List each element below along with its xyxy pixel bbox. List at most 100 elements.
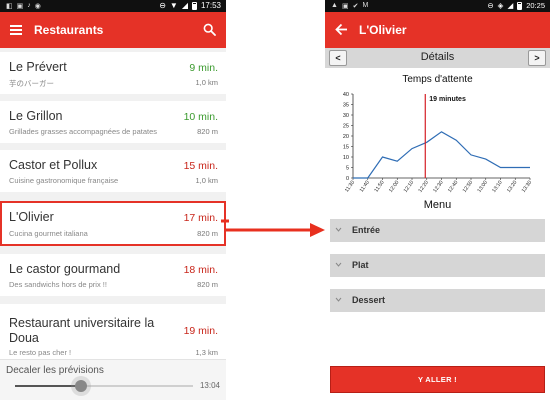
y-tick-label: 15 [343,145,349,151]
distance: 1,3 km [195,348,218,357]
distance: 1,0 km [195,176,218,185]
x-tick-label: 11:50 [373,180,385,194]
next-button[interactable]: > [528,50,546,66]
wifi-icon: ◈ [497,1,504,10]
app-title: L'Olivier [359,23,407,37]
signal-icon: ⊖ [159,1,166,10]
chevron-down-icon [335,262,342,267]
notification-icons: ◧ ▣ ♪ ◉ [6,2,41,10]
restaurant-description: Cucina gourmet italiana [9,229,88,238]
cell-signal-icon: ◢ [181,1,188,10]
series-line [353,131,530,179]
status-bar: ▲ ▣ ✔ M ⊖ ◈ ◢ 20:25 [325,0,550,12]
x-tick-label: 13:10 [491,180,503,194]
notification-icon: ♪ [27,2,31,9]
y-tick-label: 35 [343,103,349,109]
details-title: Détails [420,51,455,63]
forecast-slider[interactable] [15,380,193,392]
notification-icon: ✔ [352,3,359,10]
restaurants-screen: ◧ ▣ ♪ ◉ ⊖ ▼ ◢ 17:53 Restaurants Le Préve… [0,0,226,400]
navigation-arrow-icon [226,223,325,237]
status-time: 20:25 [526,1,545,10]
notification-icon: ▣ [341,3,349,10]
slider-label: Decaler les prévisions [6,365,104,376]
y-tick-label: 30 [343,113,349,119]
menu-section-plat[interactable]: Plat [330,254,545,277]
wait-time: 19 min. [183,325,218,337]
go-button[interactable]: Y ALLER ! [330,366,545,393]
x-tick-label: 12:10 [403,180,415,194]
y-tick-label: 0 [346,176,349,182]
restaurant-description: Des sandwichs hors de prix !! [9,280,107,289]
restaurant-card[interactable]: Restaurant universitaire la Doua Le rest… [0,304,226,359]
notification-icon: ◉ [34,3,41,10]
status-bar: ◧ ▣ ♪ ◉ ⊖ ▼ ◢ 17:53 [0,0,226,12]
restaurant-name: L'Olivier [9,210,54,224]
slider-fill [15,385,81,387]
wifi-icon: ▼ [169,1,178,10]
restaurant-description: Le resto pas cher ! [9,348,72,357]
system-icons: ⊖ ▼ ◢ 17:53 [159,1,221,10]
menu-section-label: Entrée [352,225,381,235]
restaurant-card[interactable]: Le Grillon Grillades grasses accompagnée… [0,101,226,143]
restaurant-name: Le Prévert [9,60,67,74]
chevron-down-icon [335,227,342,232]
x-tick-label: 13:30 [521,180,533,194]
menu-section-entree[interactable]: Entrée [330,219,545,242]
signal-icon: ⊖ [487,1,494,10]
cell-signal-icon: ◢ [507,1,514,10]
details-header: < Détails > [325,48,550,68]
y-tick-label: 5 [346,166,349,172]
notification-icon: ◧ [6,3,13,10]
connector-stub [221,219,229,223]
screenshot-stage: ◧ ▣ ♪ ◉ ⊖ ▼ ◢ 17:53 Restaurants Le Préve… [0,0,550,400]
x-tick-label: 11:40 [359,180,371,194]
restaurant-name: Le castor gourmand [9,262,121,276]
app-title: Restaurants [34,23,104,37]
restaurant-name: Castor et Pollux [9,158,98,172]
hamburger-icon[interactable] [10,25,22,35]
back-arrow-icon[interactable] [335,23,348,36]
status-time: 17:53 [200,1,221,10]
chevron-down-icon [335,297,342,302]
restaurant-card[interactable]: Castor et Pollux Cuisine gastronomique f… [0,150,226,192]
restaurant-card[interactable]: Le Prévert 芋のバーガー 9 min. 1,0 km [0,52,226,94]
restaurant-card-selected[interactable]: L'Olivier Cucina gourmet italiana 17 min… [0,201,226,246]
restaurant-description: Cuisine gastronomique française [9,176,119,185]
menu-section-label: Plat [352,260,369,270]
battery-icon [191,1,197,10]
forecast-shift-panel: Decaler les prévisions 13:04 [0,359,226,400]
distance: 820 m [197,280,218,289]
restaurant-name: Restaurant universitaire la Doua [9,316,155,345]
wait-time: 9 min. [189,62,218,74]
y-tick-label: 25 [343,124,349,130]
wait-time: 17 min. [183,212,218,224]
system-icons: ⊖ ◈ ◢ 20:25 [487,1,545,10]
wait-time: 18 min. [183,264,218,276]
y-tick-label: 10 [343,155,349,161]
notification-icon: ▣ [16,3,24,10]
x-tick-label: 12:40 [447,180,459,194]
slider-thumb[interactable] [74,380,87,392]
x-tick-label: 12:30 [432,180,444,194]
battery-icon [517,1,523,10]
x-tick-label: 13:00 [477,180,489,194]
restaurant-detail-screen: ▲ ▣ ✔ M ⊖ ◈ ◢ 20:25 L'Olivier < Détails [325,0,550,400]
menu-section-dessert[interactable]: Dessert [330,289,545,312]
y-tick-label: 20 [343,134,349,140]
notification-icons: ▲ ▣ ✔ M [331,2,368,10]
menu-title: Menu [423,199,452,211]
x-tick-label: 13:20 [506,180,518,194]
chart-title: Temps d'attente [402,74,473,85]
restaurant-description: Grillades grasses accompagnées de patate… [9,127,158,136]
distance: 820 m [197,229,218,238]
restaurant-name: Le Grillon [9,109,63,123]
slider-value: 13:04 [199,381,220,390]
app-bar: L'Olivier [325,12,550,48]
restaurant-card[interactable]: Le castor gourmand Des sandwichs hors de… [0,254,226,296]
search-icon[interactable] [203,23,216,36]
x-tick-label: 12:50 [462,180,474,194]
wait-time: 15 min. [183,160,218,172]
wait-time-chart: 051015202530354011:30 11:40 11:50 12:00 12:1… [343,92,533,194]
distance: 820 m [197,127,218,136]
